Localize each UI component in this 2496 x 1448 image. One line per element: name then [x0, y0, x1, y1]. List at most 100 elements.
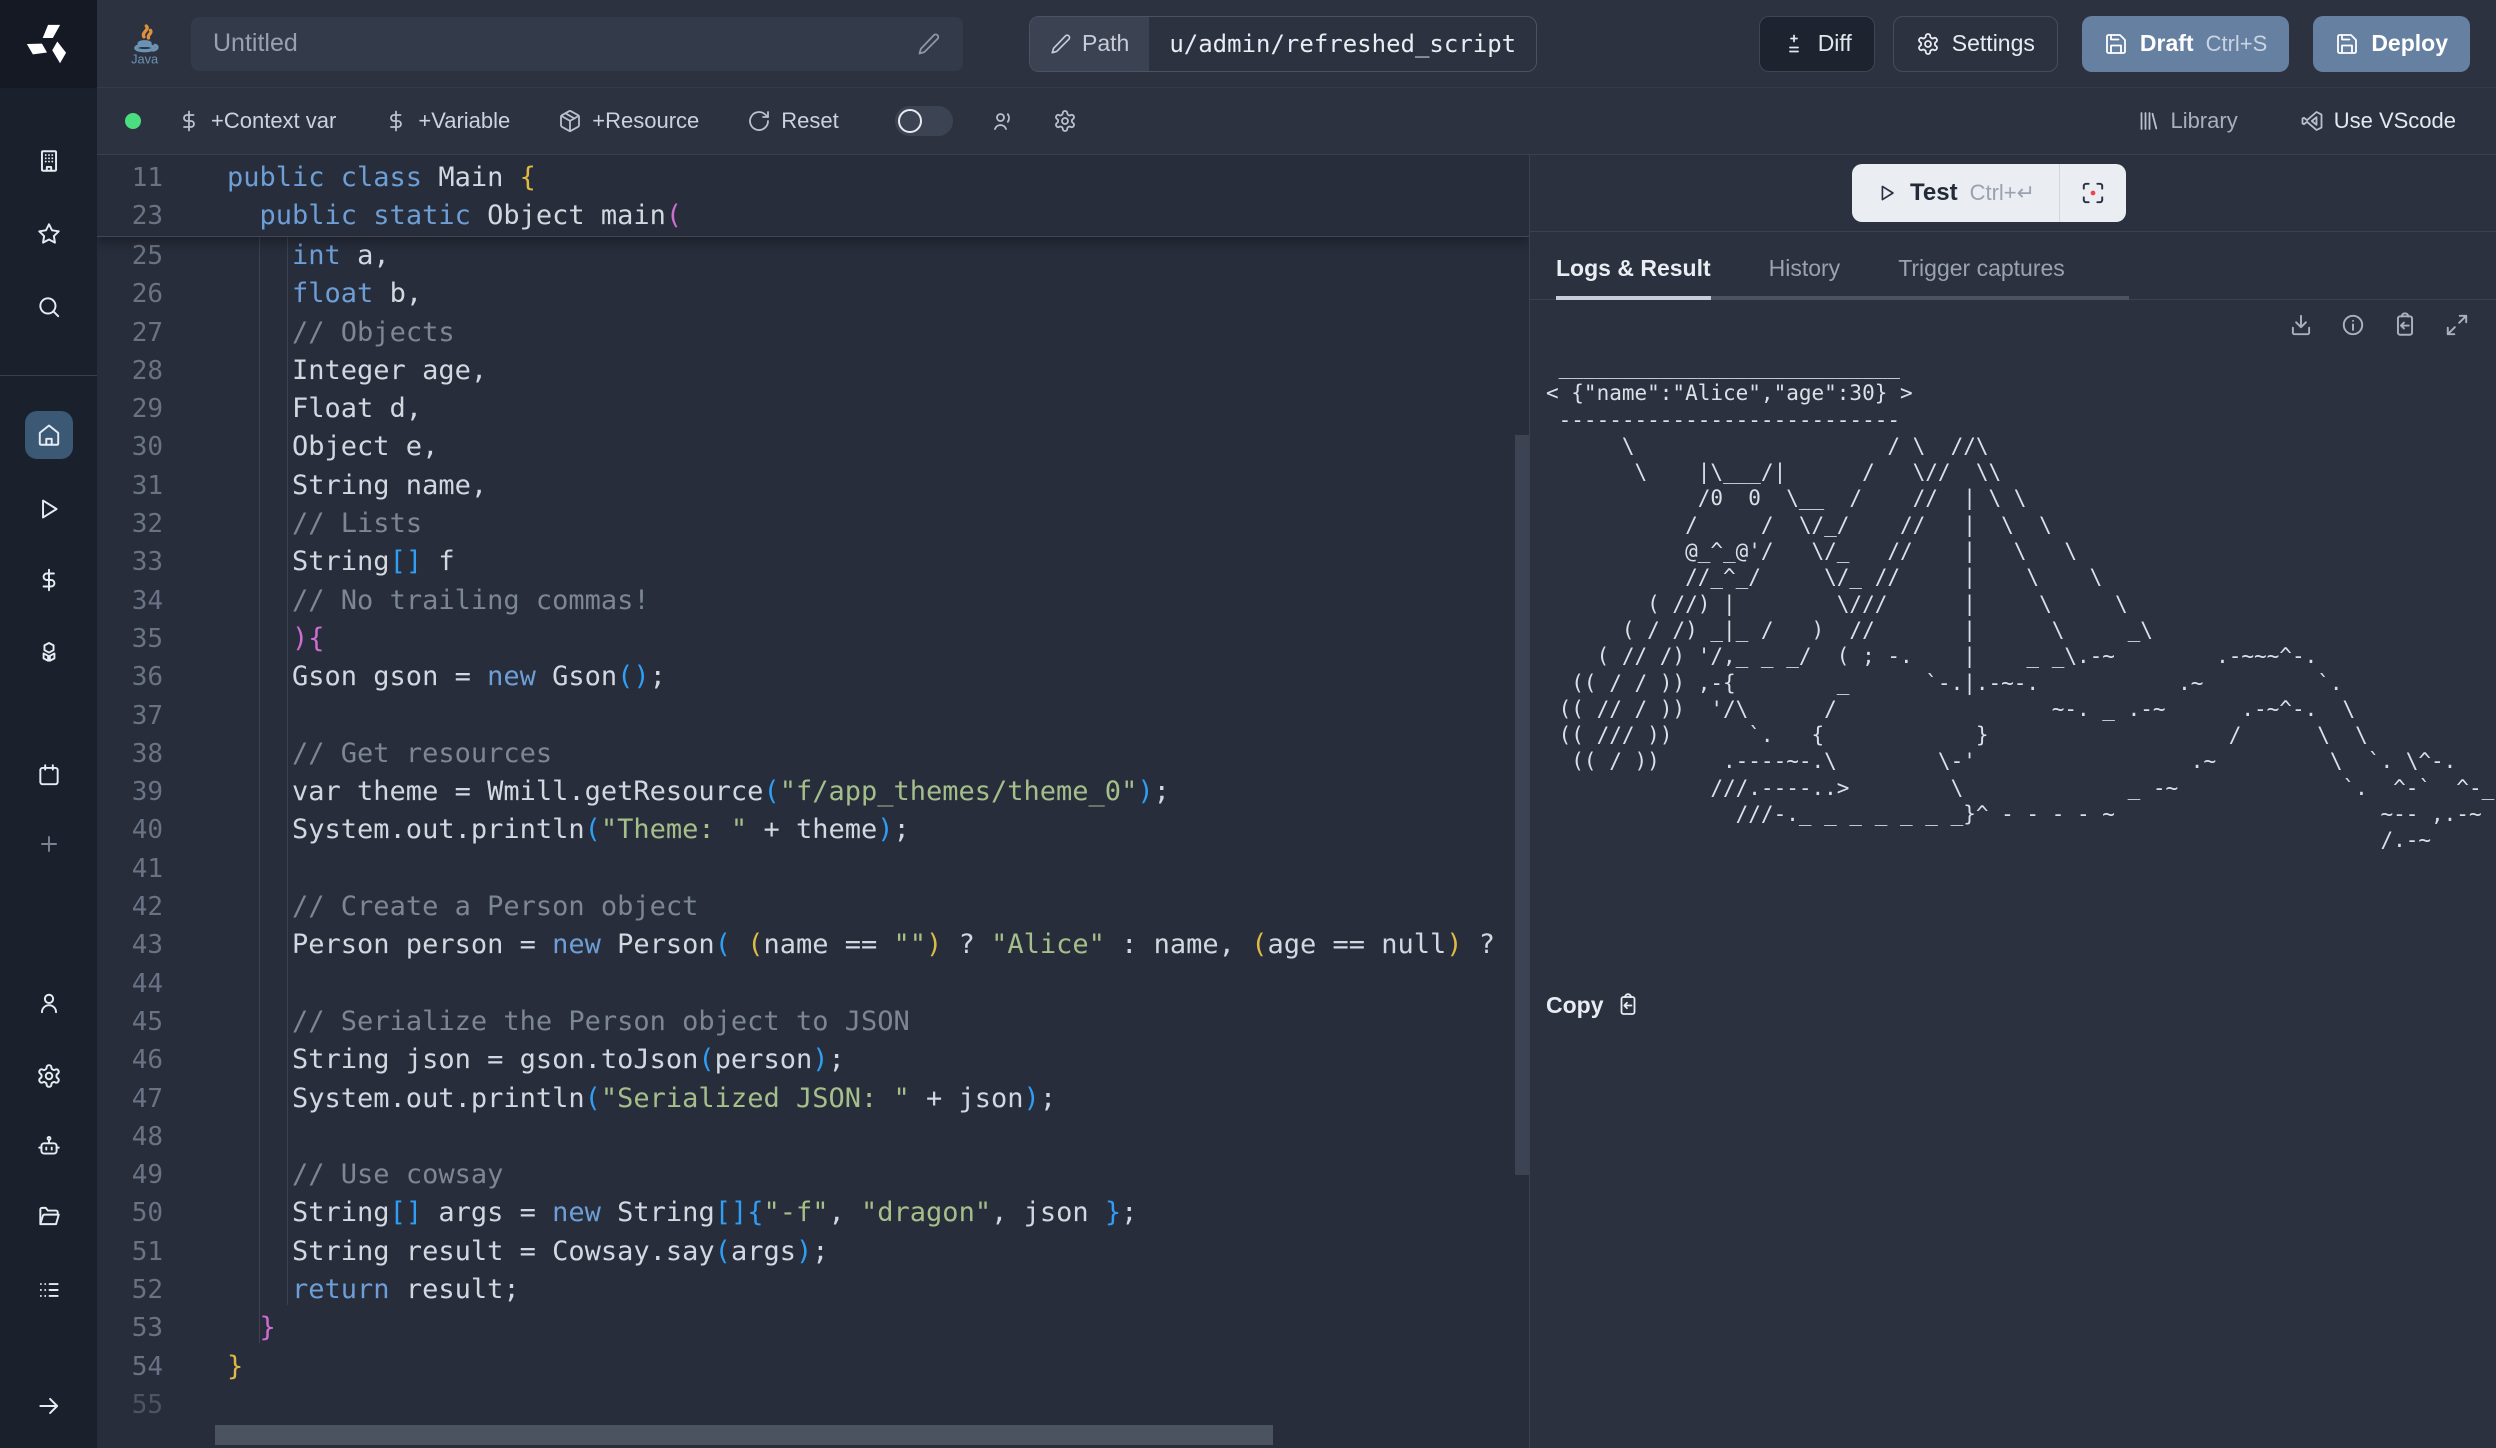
test-strip: Test Ctrl+↵ [1530, 155, 2496, 232]
code-line-28[interactable]: 28 Integer age, [97, 352, 1529, 390]
sidebar-item-schedules[interactable] [25, 762, 73, 788]
code-line-46[interactable]: 46 String json = gson.toJson(person); [97, 1041, 1529, 1079]
code-line-35[interactable]: 35 ){ [97, 620, 1529, 658]
code-line-36[interactable]: 36 Gson gson = new Gson(); [97, 658, 1529, 696]
code-line-47[interactable]: 47 System.out.println("Serialized JSON: … [97, 1080, 1529, 1118]
code-line-43[interactable]: 43 Person person = new Person( (name == … [97, 926, 1529, 964]
code-line-11[interactable]: 11public class Main { [97, 159, 1529, 197]
code-line-30[interactable]: 30 Object e, [97, 428, 1529, 466]
add-variable-button[interactable]: +Variable [384, 108, 510, 134]
code-text: ){ [227, 620, 325, 658]
add-context-var-button[interactable]: +Context var [177, 108, 336, 134]
windmill-logo[interactable] [0, 0, 97, 88]
code-line-51[interactable]: 51 String result = Cowsay.say(args); [97, 1233, 1529, 1271]
sidebar-item-search[interactable] [25, 294, 73, 320]
sidebar-item-settings[interactable] [25, 1063, 73, 1089]
code-line-31[interactable]: 31 String name, [97, 467, 1529, 505]
line-number: 40 [97, 811, 227, 849]
tab-logs-result[interactable]: Logs & Result [1556, 255, 1711, 300]
status-dot [125, 113, 141, 129]
code-line-37[interactable]: 37 [97, 697, 1529, 735]
library-label: Library [2170, 108, 2237, 134]
code-line-49[interactable]: 49 // Use cowsay [97, 1156, 1529, 1194]
settings-button[interactable]: Settings [1893, 16, 2058, 72]
code-line-26[interactable]: 26 float b, [97, 275, 1529, 313]
deploy-button[interactable]: Deploy [2313, 16, 2470, 72]
reset-button[interactable]: Reset [747, 108, 838, 134]
draft-label: Draft [2140, 30, 2194, 57]
path-edit-button[interactable]: Path [1030, 17, 1149, 71]
line-number: 28 [97, 352, 227, 390]
sidebar-item-account[interactable] [25, 990, 73, 1016]
copy-result-button[interactable]: Copy [1546, 992, 2496, 1019]
sidebar-item-favorites[interactable] [25, 221, 73, 247]
edit-title-pencil-icon[interactable] [917, 32, 941, 56]
code-line-44[interactable]: 44 [97, 965, 1529, 1003]
script-title-input[interactable]: Untitled [191, 17, 963, 71]
sidebar-item-resources[interactable] [25, 640, 73, 666]
add-resource-button[interactable]: +Resource [558, 108, 699, 134]
code-line-38[interactable]: 38 // Get resources [97, 735, 1529, 773]
sidebar-divider [0, 375, 97, 376]
info-icon[interactable] [2340, 312, 2366, 338]
expand-icon[interactable] [2444, 312, 2470, 338]
code-line-34[interactable]: 34 // No trailing commas! [97, 582, 1529, 620]
code-editor[interactable]: 25 int a,26 float b,27 // Objects28 Inte… [97, 155, 1530, 1448]
code-line-29[interactable]: 29 Float d, [97, 390, 1529, 428]
code-line-48[interactable]: 48 [97, 1118, 1529, 1156]
tab-history[interactable]: History [1769, 255, 1841, 300]
sidebar-item-variables[interactable] [25, 567, 73, 593]
code-line-50[interactable]: 50 String[] args = new String[]{"-f", "d… [97, 1194, 1529, 1232]
clipboard-copy-icon[interactable] [2392, 312, 2418, 338]
result-tabs: Logs & Result History Trigger captures [1556, 255, 2129, 300]
code-line-39[interactable]: 39 var theme = Wmill.getResource("f/app_… [97, 773, 1529, 811]
preview-mode-toggle[interactable] [895, 106, 953, 136]
code-text: } [227, 1348, 243, 1386]
sidebar-item-runs[interactable] [25, 496, 73, 522]
app: Java Untitled Path u/admin/refreshed_scr… [0, 0, 2496, 1448]
code-line-40[interactable]: 40 System.out.println("Theme: " + theme)… [97, 811, 1529, 849]
draft-button[interactable]: Draft Ctrl+S [2082, 16, 2289, 72]
code-line-45[interactable]: 45 // Serialize the Person object to JSO… [97, 1003, 1529, 1041]
path-label: Path [1082, 30, 1129, 57]
search-icon [36, 294, 62, 320]
diff-button[interactable]: Diff [1759, 16, 1875, 72]
code-line-54[interactable]: 54} [97, 1348, 1529, 1386]
svg-text:Java: Java [131, 51, 159, 66]
editor-horizontal-scrollbar[interactable] [215, 1425, 1273, 1445]
download-icon[interactable] [2288, 312, 2314, 338]
library-button[interactable]: Library [2136, 108, 2237, 134]
code-line-27[interactable]: 27 // Objects [97, 314, 1529, 352]
code-line-23[interactable]: 23 public static Object main( [97, 197, 1529, 235]
sidebar-item-home[interactable] [25, 411, 73, 459]
sidebar-item-logs[interactable] [25, 1277, 73, 1303]
code-line-33[interactable]: 33 String[] f [97, 543, 1529, 581]
sidebar-item-workspace[interactable] [25, 148, 73, 174]
code-text: System.out.println("Serialized JSON: " +… [227, 1080, 1056, 1118]
code-line-32[interactable]: 32 // Lists [97, 505, 1529, 543]
line-number: 46 [97, 1041, 227, 1079]
sidebar-item-folders[interactable] [25, 1203, 73, 1229]
sidebar-item-ai[interactable] [25, 1133, 73, 1159]
diff-icon [1782, 32, 1806, 56]
test-button[interactable]: Test Ctrl+↵ [1852, 164, 2059, 222]
code-line-55[interactable]: 55 [97, 1386, 1529, 1424]
capture-test-button[interactable] [2060, 164, 2126, 222]
path-value[interactable]: u/admin/refreshed_script [1149, 17, 1536, 71]
code-line-42[interactable]: 42 // Create a Person object [97, 888, 1529, 926]
sidebar-item-expand[interactable] [25, 1393, 73, 1419]
code-line-41[interactable]: 41 [97, 850, 1529, 888]
code-line-25[interactable]: 25 int a, [97, 237, 1529, 275]
code-line-52[interactable]: 52 return result; [97, 1271, 1529, 1309]
tab-trigger-captures[interactable]: Trigger captures [1898, 255, 2065, 300]
cubes-icon [36, 640, 62, 666]
editor-settings-gear-icon[interactable] [1053, 109, 1077, 133]
use-vscode-button[interactable]: Use VScode [2300, 108, 2456, 134]
copy-label: Copy [1546, 992, 1604, 1019]
user-voice-icon[interactable] [991, 109, 1015, 133]
sidebar-item-create[interactable] [25, 831, 73, 857]
folder-icon [36, 1203, 62, 1229]
gear-icon [1916, 32, 1940, 56]
line-number: 33 [97, 543, 227, 581]
code-line-53[interactable]: 53 } [97, 1309, 1529, 1347]
